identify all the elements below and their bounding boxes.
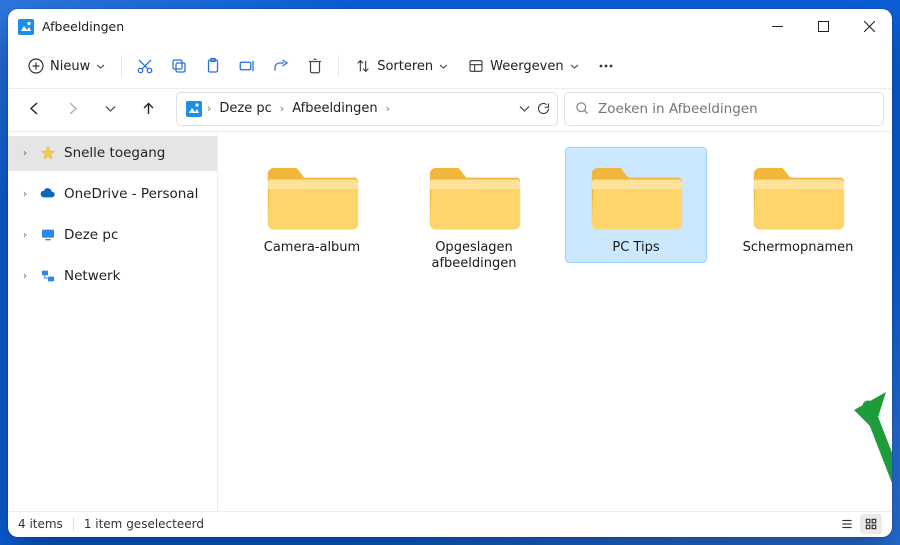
- chevron-down-icon: [439, 62, 448, 71]
- sidebar-item-label: Snelle toegang: [64, 145, 165, 161]
- new-button[interactable]: Nieuw: [18, 49, 115, 83]
- toolbar-divider: [338, 55, 339, 77]
- cut-button[interactable]: [128, 49, 162, 83]
- forward-button[interactable]: [56, 93, 88, 125]
- rename-icon: [238, 57, 256, 75]
- view-button[interactable]: Weergeven: [458, 49, 588, 83]
- trash-icon: [306, 57, 324, 75]
- folder-item[interactable]: Camera-album: [242, 148, 382, 262]
- paste-icon: [204, 57, 222, 75]
- folder-item-label: Opgeslagen afbeeldingen: [410, 240, 538, 273]
- maximize-button[interactable]: [800, 9, 846, 45]
- status-item-count: 4 items: [18, 517, 63, 531]
- sort-button[interactable]: Sorteren: [345, 49, 458, 83]
- scissors-icon: [136, 57, 154, 75]
- content-area: › Snelle toegang › OneDrive - Personal ›…: [8, 131, 892, 511]
- sort-icon: [355, 58, 371, 74]
- annotation-arrow: [848, 392, 892, 511]
- more-button[interactable]: [589, 49, 623, 83]
- breadcrumb-root[interactable]: Deze pc: [215, 98, 275, 119]
- icons-view-button[interactable]: [860, 514, 882, 534]
- details-view-button[interactable]: [836, 514, 858, 534]
- folder-icon: [426, 154, 522, 232]
- search-input[interactable]: [598, 101, 873, 117]
- folder-icon: [588, 154, 684, 232]
- pictures-app-icon: [18, 19, 34, 35]
- sidebar-item-network[interactable]: › Netwerk: [8, 259, 217, 294]
- view-button-label: Weergeven: [490, 59, 563, 74]
- sidebar-item-onedrive[interactable]: › OneDrive - Personal: [8, 177, 217, 212]
- copy-button[interactable]: [162, 49, 196, 83]
- navigation-pane: › Snelle toegang › OneDrive - Personal ›…: [8, 132, 218, 511]
- up-button[interactable]: [132, 93, 164, 125]
- chevron-down-icon: [96, 62, 105, 71]
- address-bar: › Deze pc › Afbeeldingen ›: [8, 89, 892, 131]
- folder-item[interactable]: Opgeslagen afbeeldingen: [404, 148, 544, 279]
- crumb-sep-icon: ›: [384, 102, 392, 115]
- paste-button[interactable]: [196, 49, 230, 83]
- search-icon: [575, 101, 590, 116]
- sort-button-label: Sorteren: [377, 59, 433, 74]
- folder-item[interactable]: PC Tips: [566, 148, 706, 262]
- delete-button[interactable]: [298, 49, 332, 83]
- new-button-label: Nieuw: [50, 59, 90, 74]
- status-selected-count: 1 item geselecteerd: [84, 517, 204, 531]
- folder-icon: [750, 154, 846, 232]
- chevron-down-icon: [570, 62, 579, 71]
- sidebar-item-label: Deze pc: [64, 227, 118, 243]
- statusbar: 4 items 1 item geselecteerd: [8, 511, 892, 537]
- pictures-icon: [185, 100, 203, 118]
- plus-icon: [28, 58, 44, 74]
- copy-icon: [170, 57, 188, 75]
- monitor-icon: [40, 227, 56, 243]
- back-button[interactable]: [18, 93, 50, 125]
- ellipsis-icon: [597, 57, 615, 75]
- recent-locations-button[interactable]: [94, 93, 126, 125]
- path-dropdown-button[interactable]: [519, 103, 530, 114]
- folder-item-label: Schermopnamen: [743, 240, 854, 256]
- sidebar-item-quick-access[interactable]: › Snelle toegang: [8, 136, 217, 171]
- chevron-right-icon: ›: [18, 148, 32, 159]
- sidebar-item-label: OneDrive - Personal: [64, 186, 198, 202]
- close-button[interactable]: [846, 9, 892, 45]
- chevron-right-icon: ›: [18, 271, 32, 282]
- folder-view[interactable]: Camera-album Opgeslagen afbeeldingen PC …: [218, 132, 892, 511]
- search-box[interactable]: [564, 92, 884, 126]
- folder-item-label: PC Tips: [612, 240, 659, 256]
- onedrive-icon: [40, 186, 56, 202]
- window-title: Afbeeldingen: [42, 19, 124, 34]
- breadcrumb-folder[interactable]: Afbeeldingen: [288, 98, 381, 119]
- status-divider: [73, 517, 74, 531]
- crumb-sep-icon: ›: [278, 102, 286, 115]
- crumb-sep-icon: ›: [205, 102, 213, 115]
- folder-item-label: Camera-album: [264, 240, 360, 256]
- network-icon: [40, 268, 56, 284]
- file-explorer-window: Afbeeldingen Nieuw Sorteren Weergeven: [8, 9, 892, 537]
- refresh-button[interactable]: [536, 101, 551, 116]
- share-icon: [272, 57, 290, 75]
- minimize-button[interactable]: [754, 9, 800, 45]
- sidebar-item-this-pc[interactable]: › Deze pc: [8, 218, 217, 253]
- folder-icon: [264, 154, 360, 232]
- titlebar[interactable]: Afbeeldingen: [8, 9, 892, 45]
- sidebar-item-label: Netwerk: [64, 268, 120, 284]
- toolbar-divider: [121, 55, 122, 77]
- chevron-right-icon: ›: [18, 189, 32, 200]
- path-box[interactable]: › Deze pc › Afbeeldingen ›: [176, 92, 558, 126]
- rename-button[interactable]: [230, 49, 264, 83]
- layout-icon: [468, 58, 484, 74]
- folder-item[interactable]: Schermopnamen: [728, 148, 868, 262]
- star-icon: [40, 145, 56, 161]
- share-button[interactable]: [264, 49, 298, 83]
- chevron-right-icon: ›: [18, 230, 32, 241]
- toolbar: Nieuw Sorteren Weergeven: [8, 45, 892, 89]
